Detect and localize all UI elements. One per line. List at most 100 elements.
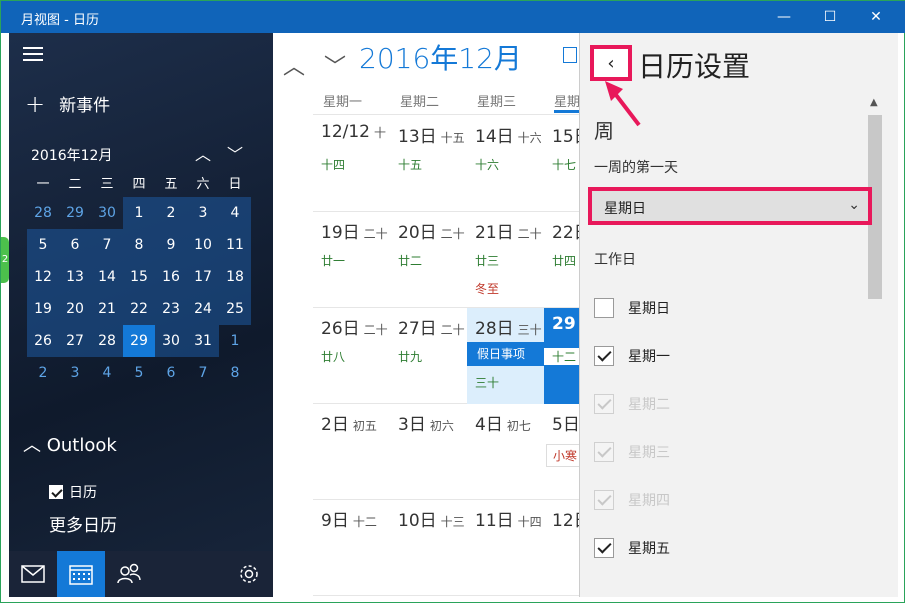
lunar-top-label: 二十 [363, 227, 388, 241]
month-title[interactable]: 2016年12月 [359, 37, 522, 77]
mini-calendar-day[interactable]: 5 [123, 357, 155, 389]
mini-calendar-day[interactable]: 28 [27, 197, 59, 229]
day-date: 5日 [552, 415, 579, 435]
day-cell[interactable]: 26日 二十 廿八 [313, 308, 390, 404]
mini-calendar-day[interactable]: 1 [123, 197, 155, 229]
workday-checkbox-item[interactable]: 星期五 [594, 533, 834, 563]
day-cell[interactable]: 14日 十六 十六 [467, 116, 544, 212]
mini-calendar-day[interactable]: 17 [187, 261, 219, 293]
day-cell[interactable]: 10日 十三 [390, 500, 467, 596]
next-month-icon[interactable]: ﹀ [324, 55, 346, 80]
minimize-button[interactable]: — [761, 1, 807, 33]
more-calendars-link[interactable]: 更多日历 [49, 511, 117, 536]
mini-calendar-day[interactable]: 28 [91, 325, 123, 357]
day-date: 28日 [475, 319, 514, 339]
day-cell[interactable]: 3日 初六 [390, 404, 467, 500]
mini-calendar-day[interactable]: 15 [123, 261, 155, 293]
calendar-checkbox-item[interactable]: 日历 [49, 482, 97, 502]
mini-calendar-day[interactable]: 3 [187, 197, 219, 229]
mini-calendar-day[interactable]: 29 [59, 197, 91, 229]
mini-calendar-day[interactable]: 26 [27, 325, 59, 357]
mini-calendar-day[interactable]: 22 [123, 293, 155, 325]
mini-calendar-day[interactable]: 9 [155, 229, 187, 261]
workday-checkbox-item[interactable]: 星期日 [594, 293, 834, 323]
calendar-icon[interactable] [57, 551, 105, 597]
workday-checkbox-item[interactable]: 星期一 [594, 341, 834, 371]
new-event-button[interactable]: + 新事件 [25, 91, 110, 117]
mini-calendar-day[interactable]: 27 [59, 325, 91, 357]
day-cell[interactable]: 22日廿四 [544, 212, 579, 308]
mini-calendar-day[interactable]: 18 [219, 261, 251, 293]
mini-calendar-day[interactable]: 5 [27, 229, 59, 261]
mini-calendar-day[interactable]: 7 [187, 357, 219, 389]
day-cell[interactable]: 28日 三十 假日事项 三十 [467, 308, 544, 404]
mini-calendar-day[interactable]: 30 [155, 325, 187, 357]
day-cell[interactable]: 21日 二十 廿三 冬至 [467, 212, 544, 308]
day-cell[interactable]: 5日 小寒 [544, 404, 579, 500]
mini-calendar-month[interactable]: 2016年12月 [31, 145, 112, 165]
mini-calendar-day[interactable]: 2 [27, 357, 59, 389]
mini-calendar-day[interactable]: 29 [123, 325, 155, 357]
mini-calendar-day[interactable]: 24 [187, 293, 219, 325]
first-day-dropdown[interactable]: 星期日 ⌄ [588, 187, 872, 225]
checkbox-checked[interactable] [594, 538, 614, 558]
day-cell[interactable]: 27日 二十 廿九 [390, 308, 467, 404]
mini-calendar-day[interactable]: 31 [187, 325, 219, 357]
day-cell[interactable]: 2日 初五 [313, 404, 390, 500]
day-cell[interactable]: 29 十二 [544, 308, 579, 404]
mini-calendar-day[interactable]: 11 [219, 229, 251, 261]
mini-next-month-icon[interactable]: ﹀ [225, 141, 245, 165]
mini-calendar-day[interactable]: 20 [59, 293, 91, 325]
day-cell[interactable]: 13日 十五 十五 [390, 116, 467, 212]
day-number: 26日 二十 [321, 314, 388, 339]
people-icon[interactable] [105, 551, 153, 597]
checkbox-checked[interactable] [49, 485, 63, 499]
outlook-section-toggle[interactable]: ︿ Outlook [23, 431, 117, 457]
gear-icon[interactable] [225, 551, 273, 597]
day-cell[interactable]: 19日 二十 廿一 [313, 212, 390, 308]
close-button[interactable]: ✕ [853, 1, 899, 33]
mini-calendar-day[interactable]: 30 [91, 197, 123, 229]
checkbox-unchecked[interactable] [594, 298, 614, 318]
mini-calendar-day[interactable]: 8 [123, 229, 155, 261]
mini-calendar-day[interactable]: 2 [155, 197, 187, 229]
day-cell[interactable]: 12日 [544, 500, 579, 596]
mini-calendar-day[interactable]: 12 [27, 261, 59, 293]
maximize-button[interactable]: ☐ [807, 1, 853, 33]
mini-calendar-day[interactable]: 3 [59, 357, 91, 389]
scroll-up-icon[interactable]: ▲ [870, 97, 878, 108]
mini-calendar-day[interactable]: 13 [59, 261, 91, 293]
mail-icon[interactable] [9, 551, 57, 597]
prev-month-icon[interactable]: ︿ [283, 55, 305, 80]
mini-calendar-day[interactable]: 25 [219, 293, 251, 325]
day-cell[interactable]: 11日 十四 [467, 500, 544, 596]
checkbox-checked[interactable] [594, 346, 614, 366]
mini-calendar-day[interactable]: 16 [155, 261, 187, 293]
mini-calendar-day[interactable]: 4 [91, 357, 123, 389]
day-cell[interactable]: 9日 十二 [313, 500, 390, 596]
mini-calendar-day[interactable]: 10 [187, 229, 219, 261]
mini-calendar-day[interactable]: 4 [219, 197, 251, 229]
day-cell[interactable]: 4日 初七 [467, 404, 544, 500]
mini-calendar-day[interactable]: 6 [155, 357, 187, 389]
mini-calendar-day[interactable]: 8 [219, 357, 251, 389]
hamburger-menu-icon[interactable] [23, 47, 43, 63]
day-cell[interactable]: 15日十七 [544, 116, 579, 212]
day-cell[interactable]: 12/12 十十四 [313, 116, 390, 212]
day-number: 20日 二十 [398, 218, 465, 243]
day-date: 13日 [398, 127, 437, 147]
mini-prev-month-icon[interactable]: ︿ [193, 141, 213, 165]
today-icon[interactable] [563, 47, 577, 63]
day-cell[interactable]: 20日 二十 廿二 [390, 212, 467, 308]
mini-calendar-day[interactable]: 23 [155, 293, 187, 325]
mini-calendar-day[interactable]: 21 [91, 293, 123, 325]
mini-weekday: 五 [164, 177, 178, 192]
mini-calendar-day[interactable]: 1 [219, 325, 251, 357]
mini-calendar-day[interactable]: 7 [91, 229, 123, 261]
event-chip[interactable]: 假日事项 [467, 342, 544, 366]
back-button[interactable]: ‹ [590, 45, 632, 81]
mini-calendar-day[interactable]: 19 [27, 293, 59, 325]
mini-calendar-day[interactable]: 6 [59, 229, 91, 261]
chevron-left-icon: ‹ [607, 52, 615, 74]
mini-calendar-day[interactable]: 14 [91, 261, 123, 293]
